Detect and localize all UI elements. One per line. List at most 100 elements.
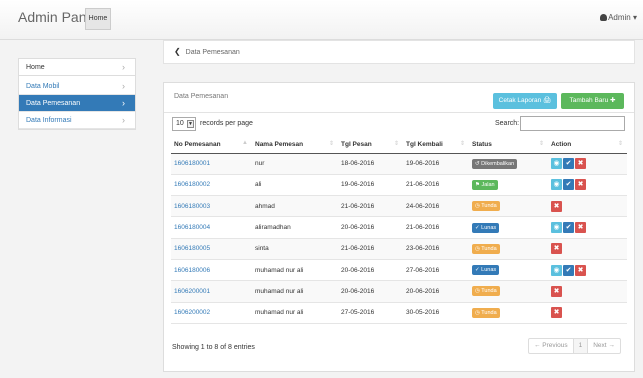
breadcrumb: ❮ Data Pemesanan: [163, 40, 635, 64]
sidebar-item-label: Data Mobil: [26, 83, 60, 90]
status-label: Tunda: [481, 203, 497, 210]
delete-button[interactable]: ✖: [551, 200, 562, 212]
status-cell: ✓ Lunas: [469, 216, 548, 239]
order-number-link[interactable]: 1606180001: [171, 153, 252, 175]
status-tunda-badge: ◷ Tunda: [472, 307, 500, 318]
status-lunas-badge: ✓ Lunas: [472, 222, 500, 233]
sidebar: Home › Data Mobil › Data Pemesanan › Data I…: [18, 58, 136, 130]
action-cell: ◉ ✔ ✖: [548, 216, 627, 239]
status-icon: ◷: [475, 288, 480, 295]
view-button[interactable]: ◉: [551, 222, 562, 234]
delete-button[interactable]: ✖: [575, 222, 586, 234]
delete-button[interactable]: ✖: [575, 179, 586, 191]
page-1-button[interactable]: 1: [572, 339, 589, 353]
sort-icon: ⇕: [393, 141, 399, 147]
customer-name: ahmad: [252, 195, 338, 218]
orders-table-body: 1606180001 nur 18-06-2016 19-06-2016 ↺ Dikem…: [171, 153, 627, 324]
order-number-link[interactable]: 1606180005: [171, 238, 252, 260]
previous-page-button[interactable]: ← Previous: [529, 339, 573, 353]
status-cell: ◷ Tunda: [469, 280, 548, 303]
delete-button[interactable]: ✖: [575, 158, 586, 170]
customer-name: sinta: [252, 238, 338, 260]
delete-button[interactable]: ✖: [575, 264, 586, 276]
col-header-status[interactable]: Status ⇕: [469, 136, 548, 154]
sort-icon: ⇕: [538, 141, 544, 147]
confirm-button[interactable]: ✔: [563, 222, 574, 234]
col-header-tgl-pesan[interactable]: Tgl Pesan ⇕: [338, 136, 403, 154]
status-icon: ✓: [475, 224, 480, 231]
status-label: Tunda: [481, 309, 497, 316]
order-number-link[interactable]: 1606200002: [171, 302, 252, 324]
sidebar-item-label: Data Informasi: [26, 117, 72, 124]
action-cell: ◉ ✔ ✖: [548, 153, 627, 175]
records-per-page-select[interactable]: 10 ▼: [172, 117, 196, 131]
status-cell: ◷ Tunda: [469, 238, 548, 260]
return-date: 27-06-2016: [403, 259, 469, 282]
next-page-button[interactable]: Next →: [588, 339, 620, 353]
view-button[interactable]: ◉: [551, 179, 562, 191]
view-button[interactable]: ◉: [551, 264, 562, 276]
status-cell: ◷ Tunda: [469, 195, 548, 218]
table-row: 1606180006 muhamad nur ali 20-06-2016 27-06…: [171, 259, 627, 282]
add-new-button[interactable]: Tambah Baru ✚: [561, 93, 624, 109]
status-icon: ◷: [475, 309, 480, 316]
view-button[interactable]: ◉: [551, 158, 562, 170]
status-tunda-badge: ◷ Tunda: [472, 201, 500, 212]
return-date: 21-06-2016: [403, 216, 469, 239]
print-report-button[interactable]: Cetak Laporan 🖨: [493, 93, 557, 109]
order-date: 21-06-2016: [338, 238, 403, 260]
action-cell: ✖: [548, 302, 627, 324]
status-lunas-badge: ✓ Lunas: [472, 265, 500, 276]
top-navbar: Admin Panel Home Admin ▾: [0, 0, 643, 40]
delete-button[interactable]: ✖: [551, 307, 562, 319]
records-per-page-label: records per page: [200, 120, 253, 127]
confirm-button[interactable]: ✔: [563, 179, 574, 191]
status-label: Dikembalikan: [481, 160, 515, 167]
col-header-action[interactable]: Action ⇕: [548, 136, 627, 154]
order-number-link[interactable]: 1606200001: [171, 280, 252, 303]
return-date: 30-05-2016: [403, 302, 469, 324]
col-header-tgl-kembali[interactable]: Tgl Kembali ⇕: [403, 136, 469, 154]
admin-user-menu[interactable]: Admin ▾: [600, 13, 637, 22]
status-icon: ◷: [475, 203, 480, 210]
return-date: 21-06-2016: [403, 174, 469, 197]
chevron-right-icon: ›: [122, 115, 125, 125]
col-header-label: No Pemesanan: [174, 140, 221, 148]
admin-user-label: Admin ▾: [608, 13, 637, 22]
status-label: Tunda: [481, 288, 497, 295]
sidebar-item-data-informasi[interactable]: Data Informasi ›: [19, 112, 135, 129]
return-date: 24-06-2016: [403, 195, 469, 218]
status-icon: ↺: [475, 160, 480, 167]
confirm-button[interactable]: ✔: [563, 158, 574, 170]
table-row: 1606200002 muhamad nur ali 27-05-2016 30-05…: [171, 302, 627, 324]
chevron-left-icon[interactable]: ❮: [174, 47, 181, 56]
confirm-button[interactable]: ✔: [563, 264, 574, 276]
chevron-right-icon: ›: [122, 62, 125, 72]
status-cell: ↺ Dikembalikan: [469, 153, 548, 175]
sidebar-item-label: Data Pemesanan: [26, 100, 81, 107]
delete-button[interactable]: ✖: [551, 243, 562, 255]
status-icon: ◷: [475, 245, 480, 252]
orders-table: No Pemesanan ▲ Nama Pemesan ⇕ Tgl Pesan ⇕ T…: [171, 136, 627, 324]
status-cell: ◷ Tunda: [469, 302, 548, 324]
order-date: 19-06-2016: [338, 174, 403, 197]
col-header-no-pemesanan[interactable]: No Pemesanan ▲: [171, 136, 252, 154]
order-number-link[interactable]: 1606180006: [171, 259, 252, 282]
delete-button[interactable]: ✖: [551, 285, 562, 297]
sidebar-item-home[interactable]: Home ›: [19, 59, 135, 76]
search-input[interactable]: [520, 116, 625, 131]
order-number-link[interactable]: 1606180004: [171, 216, 252, 239]
order-date: 21-06-2016: [338, 195, 403, 218]
home-button[interactable]: Home: [85, 8, 111, 30]
table-info: Showing 1 to 8 of 8 entries: [172, 344, 255, 351]
order-number-link[interactable]: 1606180002: [171, 174, 252, 197]
status-cell: ⚑ Jalan: [469, 174, 548, 197]
panel-title: Data Pemesanan: [174, 93, 229, 100]
col-header-nama-pemesan[interactable]: Nama Pemesan ⇕: [252, 136, 338, 154]
sidebar-item-data-mobil[interactable]: Data Mobil ›: [19, 78, 135, 95]
order-number-link[interactable]: 1606180003: [171, 195, 252, 218]
orders-panel: Data Pemesanan Cetak Laporan 🖨 Tambah Ba…: [163, 82, 635, 372]
status-jalan-badge: ⚑ Jalan: [472, 179, 498, 190]
action-cell: ◉ ✔ ✖: [548, 259, 627, 282]
sidebar-item-data-pemesanan[interactable]: Data Pemesanan ›: [19, 95, 135, 112]
